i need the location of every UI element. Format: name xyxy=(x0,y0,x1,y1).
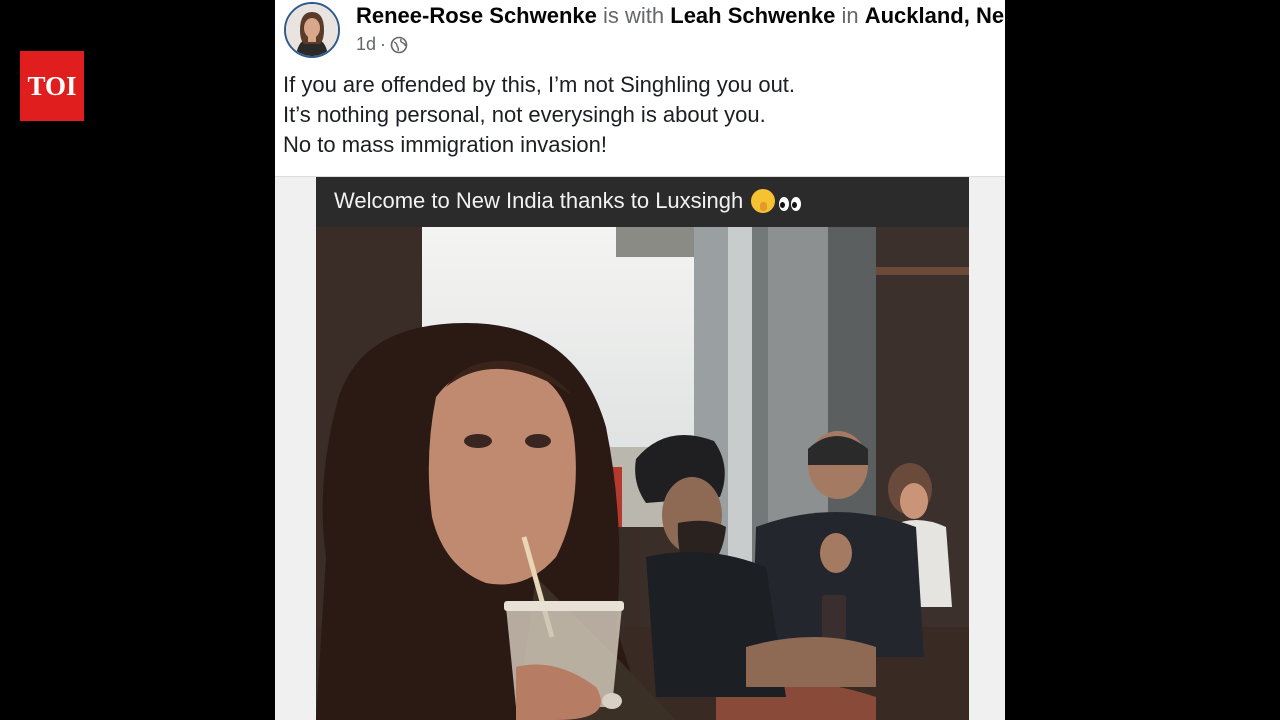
post-media-area: Welcome to New India thanks to Luxsingh xyxy=(275,177,1005,720)
with-word: is with xyxy=(603,3,665,28)
in-word: in xyxy=(841,3,859,28)
shushing-face-emoji-icon xyxy=(751,188,776,213)
author-name[interactable]: Renee-Rose Schwenke xyxy=(356,3,597,28)
post-meta: 1d · xyxy=(356,34,408,55)
post-text-line: If you are offended by this, I’m not Sin… xyxy=(283,72,796,97)
post-text-line: No to mass immigration invasion! xyxy=(283,132,608,157)
author-line: Renee-Rose Schwenke is with Leah Schwenk… xyxy=(356,3,1005,29)
facebook-post: Renee-Rose Schwenke is with Leah Schwenk… xyxy=(275,0,1005,720)
cafe-photo xyxy=(316,227,969,720)
image-caption-bar: Welcome to New India thanks to Luxsingh xyxy=(316,177,969,227)
location-link[interactable]: Auckland, Ne... xyxy=(865,3,1005,28)
toi-logo: TOI xyxy=(20,51,84,121)
post-text-line: It’s nothing personal, not everysingh is… xyxy=(283,102,766,127)
tagged-person-name[interactable]: Leah Schwenke xyxy=(670,3,835,28)
shared-image[interactable]: Welcome to New India thanks to Luxsingh xyxy=(316,177,969,720)
author-avatar[interactable] xyxy=(284,2,340,58)
globe-icon[interactable] xyxy=(390,36,408,54)
image-caption-text: Welcome to New India thanks to Luxsingh xyxy=(334,187,744,213)
post-body-text: If you are offended by this, I’m not Sin… xyxy=(283,70,795,160)
eyes-emoji-icon xyxy=(779,191,803,217)
meta-separator: · xyxy=(380,34,387,54)
toi-logo-text: TOI xyxy=(27,70,77,101)
post-timestamp[interactable]: 1d xyxy=(356,34,376,55)
post-header: Renee-Rose Schwenke is with Leah Schwenk… xyxy=(275,0,1005,176)
image-caption: Welcome to New India thanks to Luxsingh xyxy=(334,188,803,217)
